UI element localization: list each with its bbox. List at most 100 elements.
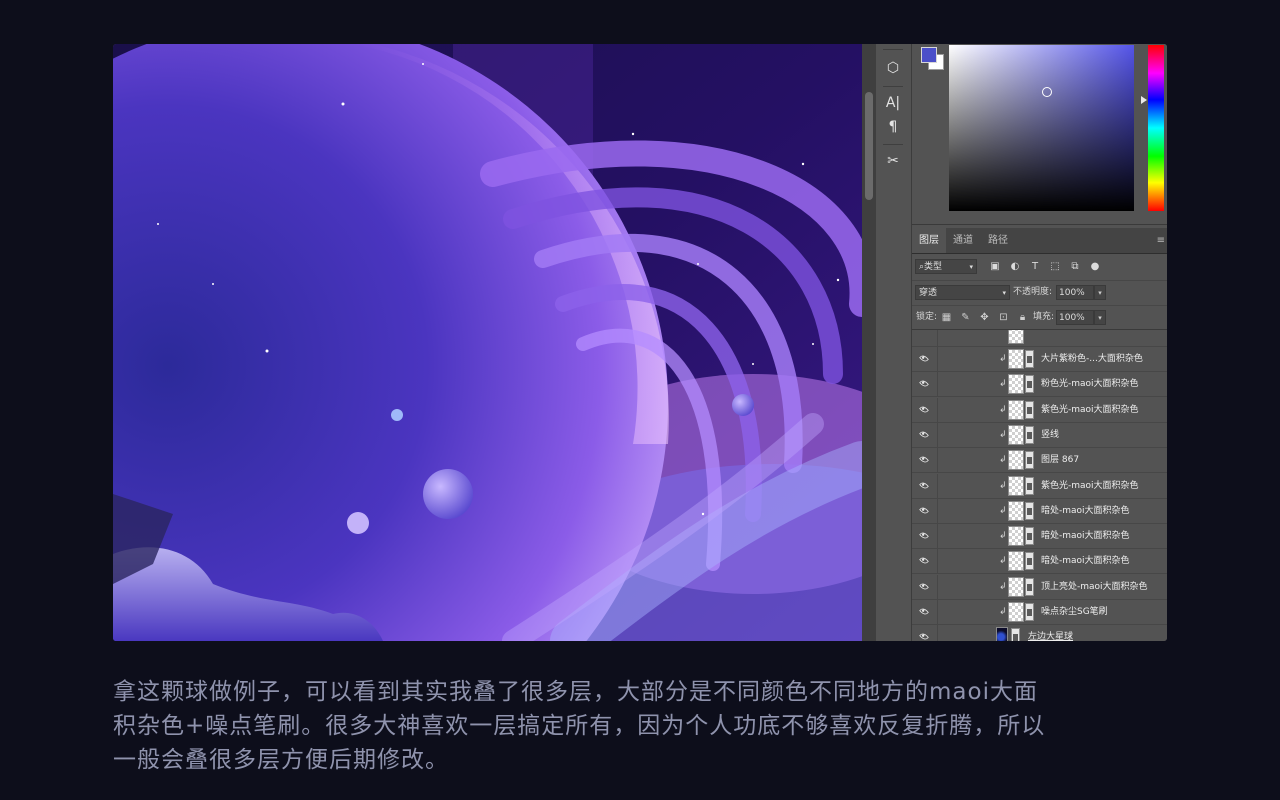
visibility-toggle[interactable] [912, 372, 938, 397]
visibility-toggle[interactable] [912, 422, 938, 447]
type-filter-icon[interactable]: T [1028, 259, 1042, 274]
blend-mode-select[interactable]: 穿透 ▾ [915, 285, 1010, 300]
layer-mask-thumbnail [1025, 451, 1034, 470]
layer-row[interactable]: ↲ 暗处-maoi大面积杂色 [912, 549, 1167, 575]
layer-thumbnail [1008, 551, 1024, 572]
smart-object-filter-icon[interactable]: ⧉ [1068, 259, 1082, 274]
visibility-toggle[interactable] [912, 625, 938, 641]
visibility-toggle[interactable] [912, 574, 938, 599]
tab-layers[interactable]: 图层 [912, 228, 946, 253]
image-filter-icon[interactable]: ▣ [988, 259, 1002, 274]
panel-tool-column: ⬡ A| ¶ ✂ [876, 44, 912, 641]
layer-row[interactable]: ↲ 紫色光-maoi大面积杂色 [912, 397, 1167, 423]
layer-thumbnail [1008, 374, 1024, 395]
3d-icon[interactable]: ⬡ [882, 58, 904, 78]
layer-name: 噪点杂尘SG笔刷 [1041, 607, 1108, 617]
opacity-dropdown-icon[interactable]: ▾ [1094, 285, 1106, 300]
layer-row[interactable]: ↲ 紫色光-maoi大面积杂色 [912, 473, 1167, 499]
planet-artwork [113, 44, 862, 641]
fill-label: 填充: [1033, 312, 1055, 322]
visibility-toggle[interactable] [912, 347, 938, 371]
canvas-scrollbar[interactable] [862, 44, 876, 641]
layer-name: 左边大星球 [1028, 632, 1074, 641]
eye-icon [919, 631, 929, 641]
layer-name: 暗处-maoi大面积杂色 [1041, 556, 1130, 567]
caption-line: 拿这颗球做例子，可以看到其实我叠了很多层，大部分是不同颜色不同地方的maoi大面 [113, 679, 1038, 705]
visibility-toggle[interactable] [912, 473, 938, 498]
tools-icon[interactable]: ✂ [882, 151, 904, 171]
layer-kind-filter[interactable]: ⌕类型 ▾ [915, 259, 977, 274]
photoshop-screenshot: ⬡ A| ¶ ✂ 图层 通道 路径 ≡ ⌕类型 ▾ ▣ ◐ T ⬚ ⧉ ● 穿透… [113, 44, 1167, 641]
eye-icon [919, 353, 929, 364]
eye-icon [919, 606, 929, 617]
clipping-mask-icon: ↲ [999, 480, 1007, 491]
eye-icon [919, 480, 929, 490]
layer-panel-tabs: 图层 通道 路径 ≡ [912, 228, 1167, 254]
lock-transparency-icon[interactable]: ▦ [940, 310, 953, 325]
artwork-canvas[interactable] [113, 44, 862, 641]
filter-toggle-icon[interactable]: ● [1088, 259, 1102, 274]
paragraph-icon[interactable]: ¶ [882, 117, 904, 137]
caption-line: 积杂色+噪点笔刷。很多大神喜欢一层搞定所有，因为个人功底不够喜欢反复折腾，所以 [113, 713, 1046, 739]
visibility-toggle[interactable] [912, 397, 938, 422]
layer-filter-row: ⌕类型 ▾ ▣ ◐ T ⬚ ⧉ ● [912, 254, 1167, 281]
shape-filter-icon[interactable]: ⬚ [1048, 259, 1062, 274]
tab-paths[interactable]: 路径 [981, 228, 1015, 253]
separator [883, 86, 903, 87]
scrollbar-thumb[interactable] [865, 92, 873, 200]
fill-field[interactable]: 100% [1056, 310, 1094, 325]
caption-line: 一般会叠很多层方便后期修改。 [113, 747, 449, 773]
eye-icon [919, 454, 929, 465]
layer-row[interactable]: ↲ 暗处-maoi大面积杂色 [912, 498, 1167, 524]
blend-row: 穿透 ▾ 不透明度: 100% ▾ [912, 281, 1167, 306]
color-picker-marker[interactable] [1042, 87, 1052, 97]
lock-position-icon[interactable]: ✥ [978, 310, 991, 325]
layer-name: 竖线 [1041, 429, 1060, 440]
hue-slider[interactable] [1148, 45, 1164, 211]
visibility-toggle[interactable] [912, 448, 938, 473]
chevron-down-icon: ▾ [1002, 289, 1006, 297]
color-field[interactable] [949, 45, 1134, 211]
tab-channels[interactable]: 通道 [946, 228, 980, 253]
visibility-toggle[interactable] [912, 498, 938, 523]
layer-row[interactable]: ↲ 竖线 [912, 422, 1167, 448]
character-icon[interactable]: A| [882, 93, 904, 113]
visibility-toggle[interactable] [912, 600, 938, 624]
visibility-cell[interactable] [912, 330, 938, 346]
visibility-toggle[interactable] [912, 524, 938, 549]
layer-row[interactable]: ↲ 图层 867 [912, 448, 1167, 474]
separator [883, 144, 903, 145]
clipping-mask-icon: ↲ [999, 505, 1007, 516]
layer-thumbnail [996, 627, 1008, 641]
hue-slider-handle[interactable] [1141, 96, 1147, 104]
right-panels: 图层 通道 路径 ≡ ⌕类型 ▾ ▣ ◐ T ⬚ ⧉ ● 穿透 ▾ 不透明度: 10… [912, 44, 1167, 641]
article-caption: 拿这颗球做例子，可以看到其实我叠了很多层，大部分是不同颜色不同地方的maoi大面… [113, 675, 1173, 777]
layer-row[interactable]: ↲ 暗处-maoi大面积杂色 [912, 524, 1167, 550]
layer-row[interactable]: ↲ 噪点杂尘SG笔刷 [912, 600, 1167, 625]
lock-all-icon[interactable]: 🔒︎ [1016, 310, 1029, 325]
layer-name: 大片紫粉色-...大面积杂色 [1041, 354, 1143, 364]
lock-artboard-icon[interactable]: ⊡ [997, 310, 1010, 325]
opacity-field[interactable]: 100% [1056, 285, 1094, 300]
eye-icon [919, 404, 929, 414]
clipping-mask-icon: ↲ [999, 379, 1007, 390]
adjustment-filter-icon[interactable]: ◐ [1008, 259, 1022, 274]
layer-row[interactable]: ↲ 粉色光-maoi大面积杂色 [912, 372, 1167, 398]
opacity-label: 不透明度: [1013, 287, 1053, 297]
layer-mask-thumbnail [1025, 350, 1034, 368]
layer-name: 图层 867 [1041, 455, 1080, 466]
clipping-mask-icon: ↲ [999, 455, 1007, 466]
color-panel [912, 44, 1167, 225]
layer-row[interactable]: ↲ 大片紫粉色-...大面积杂色 [912, 347, 1167, 372]
fill-dropdown-icon[interactable]: ▾ [1094, 310, 1106, 325]
chevron-down-icon: ▾ [969, 263, 973, 271]
layer-name: 粉色光-maoi大面积杂色 [1041, 379, 1139, 390]
layer-row[interactable]: ↲ 顶上亮处-maoi大面积杂色 [912, 574, 1167, 600]
layer-row-partial[interactable] [912, 330, 1167, 347]
panel-menu-icon[interactable]: ≡ [1157, 228, 1165, 253]
layer-thumbnail [1008, 349, 1024, 369]
visibility-toggle[interactable] [912, 549, 938, 574]
lock-pixels-icon[interactable]: ✎ [959, 310, 972, 325]
layer-row[interactable]: 左边大星球 [912, 625, 1167, 641]
foreground-color-swatch[interactable] [921, 47, 937, 63]
